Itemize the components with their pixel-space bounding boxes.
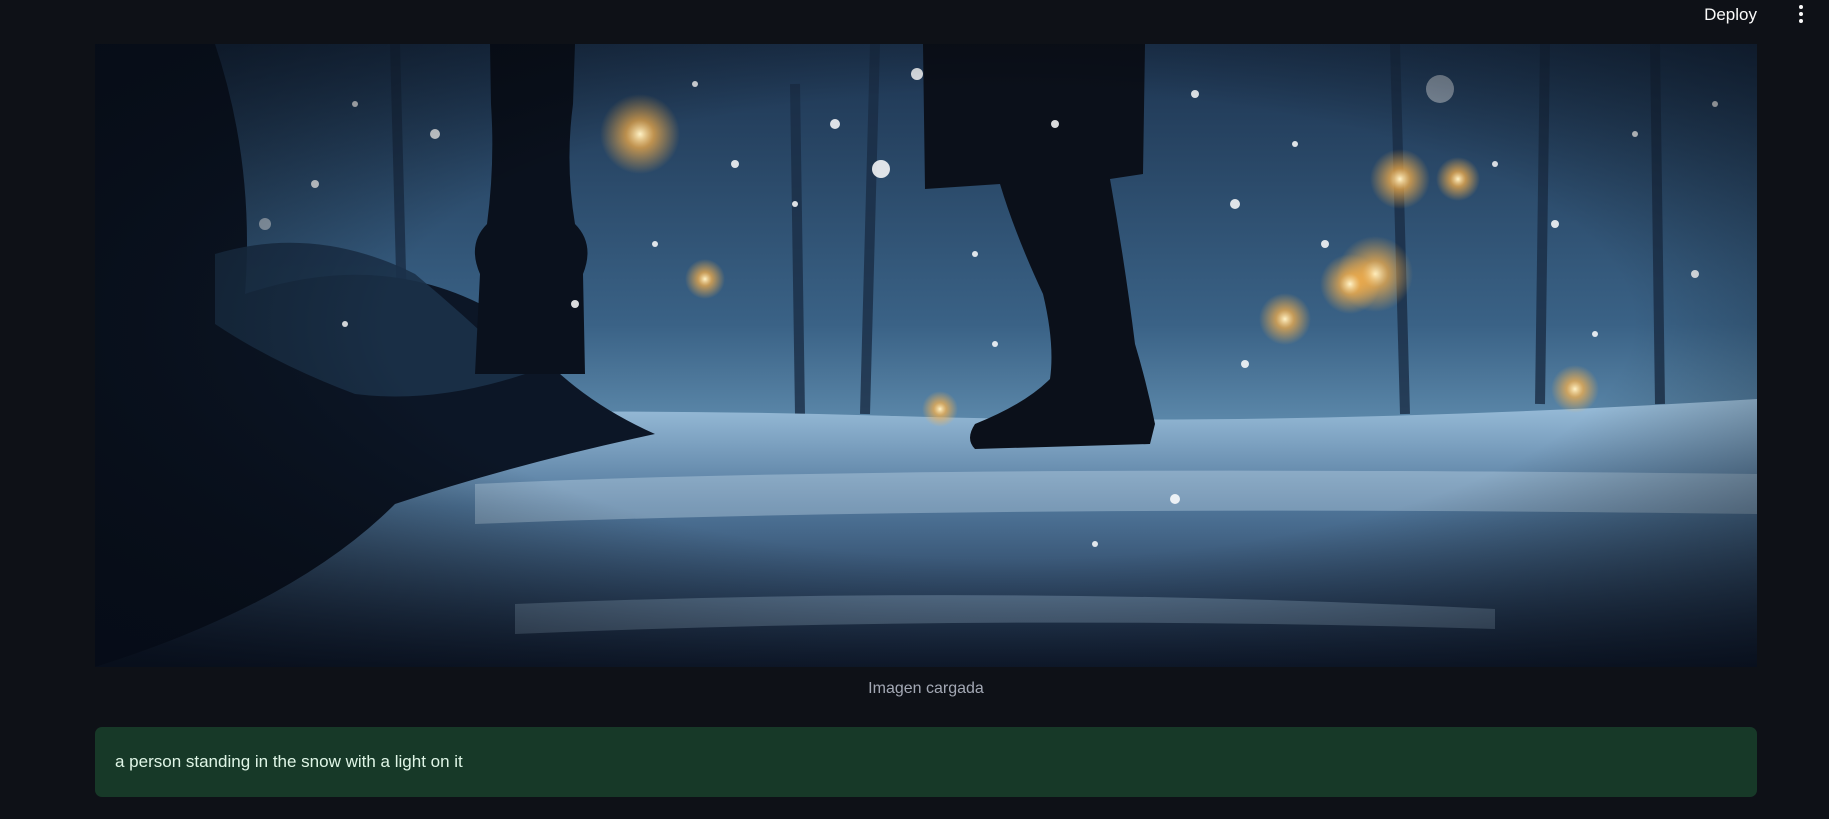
image-caption: Imagen cargada [868, 680, 984, 697]
app-header: Deploy [0, 0, 1829, 30]
deploy-button[interactable]: Deploy [1698, 4, 1763, 26]
vertical-ellipsis-icon [1793, 5, 1809, 23]
uploaded-image [95, 44, 1757, 667]
result-text: a person standing in the snow with a lig… [115, 752, 463, 771]
main-menu-button[interactable] [1793, 3, 1809, 29]
result-success-alert: a person standing in the snow with a lig… [95, 727, 1757, 797]
